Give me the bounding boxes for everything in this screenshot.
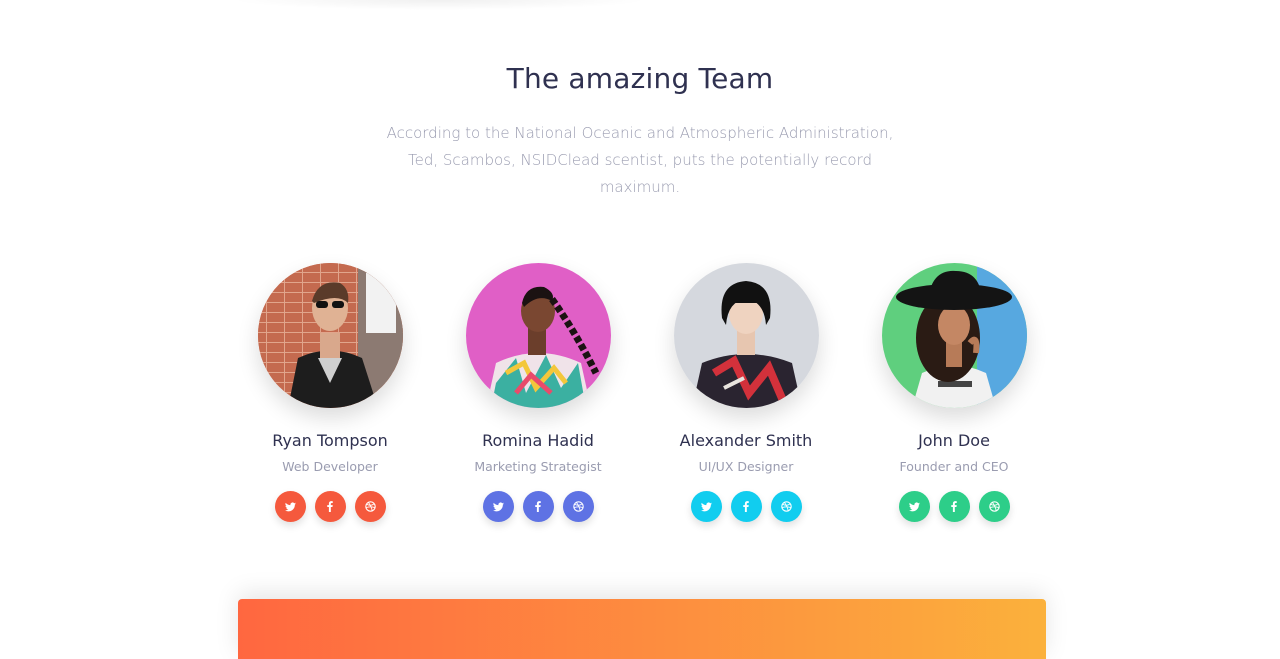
dribbble-button[interactable] [562,491,594,522]
member-role: UI/UX Designer [698,459,794,474]
twitter-icon [700,501,712,511]
facebook-button[interactable] [730,491,762,522]
team-member-card: John Doe Founder and CEO [850,263,1058,533]
section-subtitle: According to the National Oceanic and At… [386,124,894,196]
facebook-button[interactable] [522,491,554,522]
twitter-button[interactable] [898,491,930,522]
facebook-button[interactable] [938,491,970,522]
team-grid: Ryan Tompson Web Developer Romina Hadid … [226,263,1058,533]
avatar [465,263,611,408]
avatar-photo-woman-pink-wall [465,263,611,408]
member-name: John Doe [918,431,990,450]
twitter-button[interactable] [690,491,722,522]
twitter-button[interactable] [482,491,514,522]
facebook-icon [327,501,333,512]
member-name: Alexander Smith [679,431,813,450]
twitter-icon [492,501,504,511]
facebook-icon [743,501,749,512]
avatar [881,263,1027,408]
member-name: Ryan Tompson [272,431,388,450]
team-member-card: Alexander Smith UI/UX Designer [642,263,850,533]
twitter-icon [284,501,296,511]
member-role: Web Developer [282,459,378,474]
dribbble-button[interactable] [770,491,802,522]
dribbble-icon [780,501,792,512]
facebook-icon [951,501,957,512]
social-links [690,491,802,522]
facebook-button[interactable] [314,491,346,522]
twitter-icon [908,501,920,511]
cta-banner [238,599,1046,659]
facebook-icon [535,501,541,512]
avatar [257,263,403,408]
dribbble-icon [364,501,376,512]
team-member-card: Romina Hadid Marketing Strategist [434,263,642,533]
team-member-card: Ryan Tompson Web Developer [226,263,434,533]
navbar-shadow [230,0,650,10]
member-name: Romina Hadid [482,431,594,450]
dribbble-button[interactable] [354,491,386,522]
avatar [673,263,819,408]
social-links [482,491,594,522]
dribbble-icon [572,501,584,512]
social-links [898,491,1010,522]
twitter-button[interactable] [274,491,306,522]
section-title: The amazing Team [506,62,774,95]
social-links [274,491,386,522]
dribbble-button[interactable] [978,491,1010,522]
avatar-photo-woman-bob-haircut [673,263,819,408]
dribbble-icon [988,501,1000,512]
avatar-photo-man-sunglasses [257,263,403,408]
member-role: Founder and CEO [899,459,1009,474]
member-role: Marketing Strategist [474,459,602,474]
avatar-photo-woman-black-hat [881,263,1027,408]
